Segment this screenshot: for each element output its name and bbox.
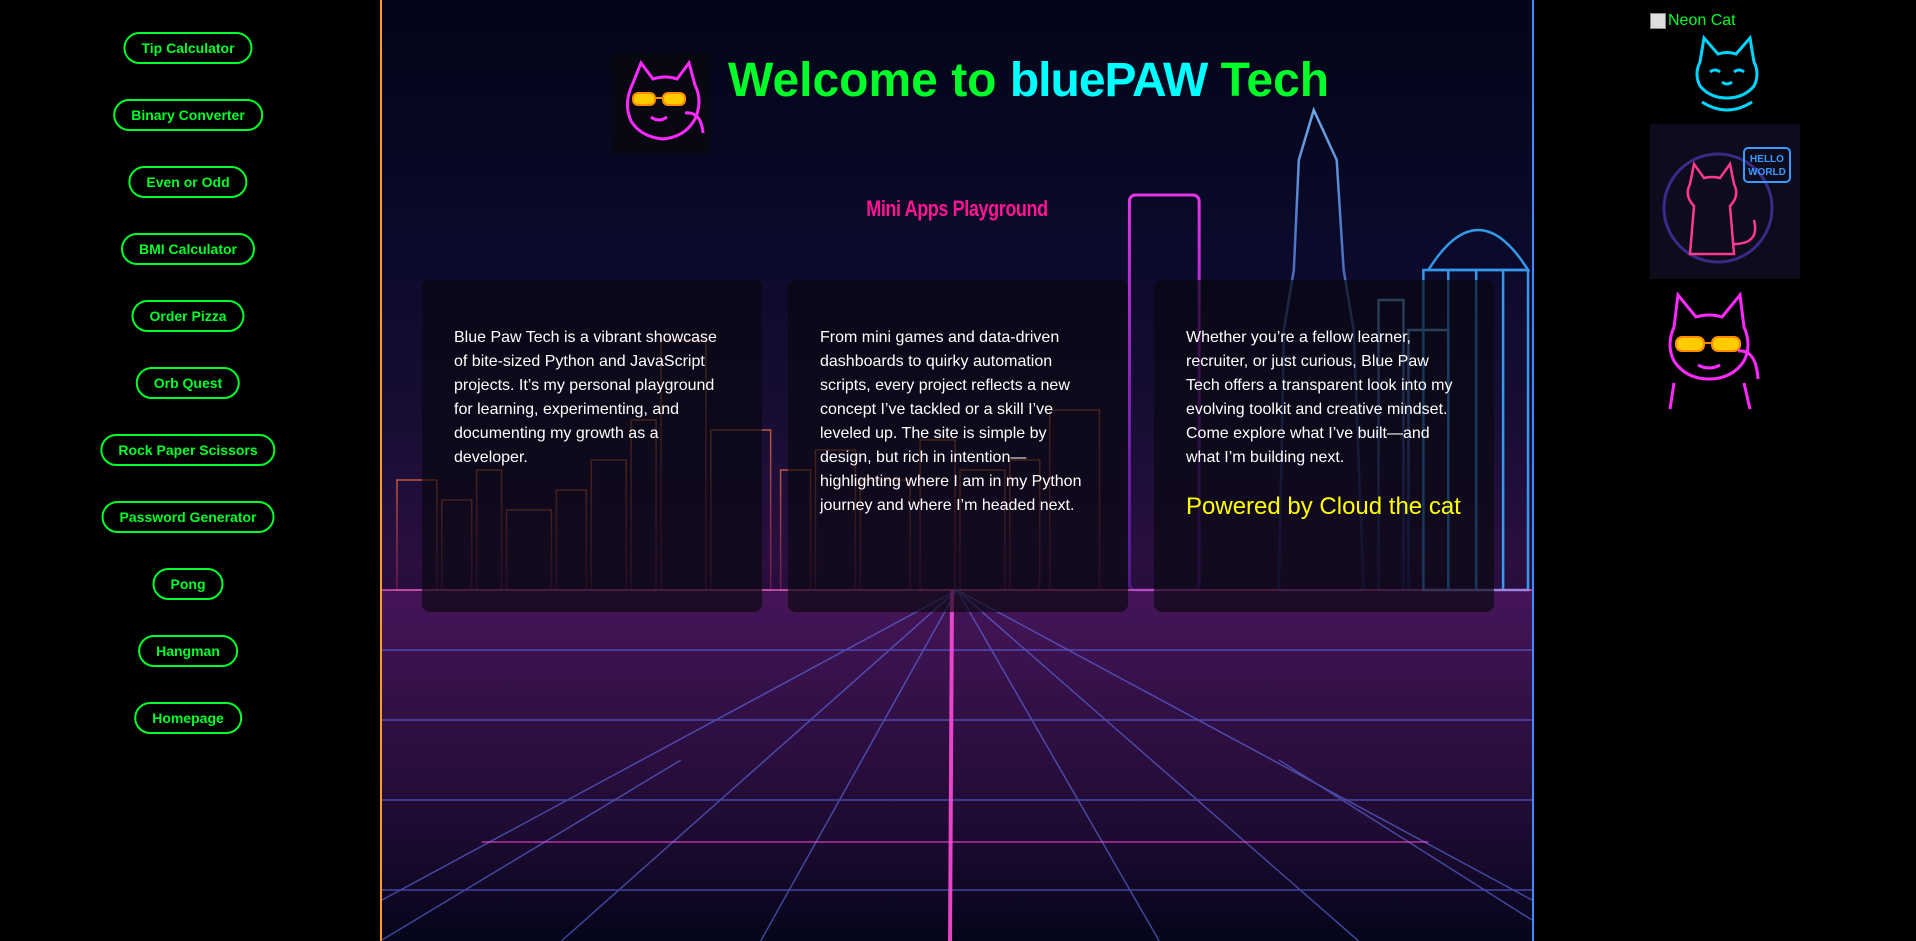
bmi-calculator-button[interactable]: BMI Calculator [120,233,256,265]
svg-text:WORLD: WORLD [1748,167,1786,178]
image-alt-text: Neon Cat [1668,12,1736,29]
brand-name: bluePAW [1009,54,1208,107]
homepage-button[interactable]: Homepage [134,702,242,734]
orb-quest-button[interactable]: Orb Quest [135,367,241,399]
order-pizza-button[interactable]: Order Pizza [131,300,245,332]
tip-calculator-button[interactable]: Tip Calculator [123,32,253,64]
card-text: From mini games and data-driven dashboar… [820,329,1082,514]
hangman-button[interactable]: Hangman [138,635,238,667]
rock-paper-scissors-button[interactable]: Rock Paper Scissors [100,434,276,466]
neon-pink-cat-sunglasses-icon [1668,291,1760,410]
powered-by-text: Powered by Cloud the cat [1186,493,1461,520]
card-text: Whether you’re a fellow learner, recruit… [1186,329,1453,466]
broken-image-icon [1650,13,1666,29]
intro-card-2: From mini games and data-driven dashboar… [788,280,1128,612]
sidebar-nav: Tip Calculator Binary Converter Even or … [0,0,376,941]
title-prefix: Welcome to [728,54,1010,107]
main-panel: Welcome to bluePAW Tech Mini Apps Playgr… [380,0,1534,941]
page-title: Welcome to bluePAW Tech [728,53,1329,108]
card-text: Blue Paw Tech is a vibrant showcase of b… [454,329,717,466]
password-generator-button[interactable]: Password Generator [101,501,275,533]
svg-text:HELLO: HELLO [1750,154,1784,165]
title-suffix: Tech [1207,54,1330,107]
header: Welcome to bluePAW Tech [611,45,1329,155]
intro-card-3: Whether you’re a fellow learner, recruit… [1154,280,1494,612]
pong-button[interactable]: Pong [152,568,224,600]
neon-cat-broken-image: Neon Cat [1650,12,1800,30]
even-or-odd-button[interactable]: Even or Odd [128,166,248,198]
binary-converter-button[interactable]: Binary Converter [113,99,263,131]
intro-card-1: Blue Paw Tech is a vibrant showcase of b… [422,280,762,612]
neon-blue-cat-icon [1695,34,1759,112]
right-column: Neon Cat HELLO WORLD [1650,12,1800,412]
page-subtitle: Mini Apps Playground [866,196,1048,221]
hello-world-cat-icon: HELLO WORLD [1650,124,1800,279]
neon-cat-sunglasses-icon [611,53,711,153]
